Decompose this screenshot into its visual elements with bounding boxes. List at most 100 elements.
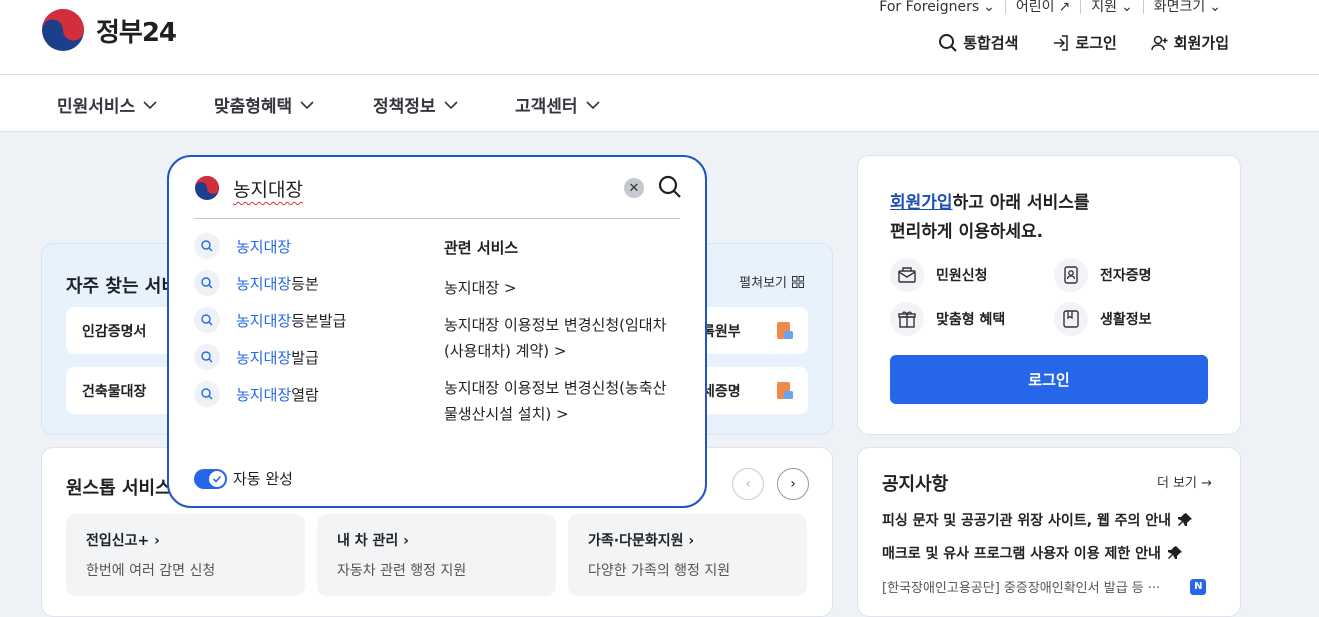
suggestion-item[interactable]: 농지대장열람 <box>194 381 319 407</box>
pin-icon <box>1167 546 1182 559</box>
favorite-item-label: 록원부 <box>702 323 741 340</box>
chevron-right-icon: › <box>403 533 409 549</box>
util-support[interactable]: 지원 ⌄ <box>1081 0 1144 14</box>
onestop-card-desc: 자동차 관련 행정 지원 <box>337 563 467 579</box>
related-service-item[interactable]: 농지대장 이용정보 변경신청(농축산 물생산시설 설치) > <box>444 375 689 427</box>
header-signup-button[interactable]: 회원가입 <box>1151 32 1229 53</box>
suggestion-highlight: 농지대장 <box>236 348 292 367</box>
taegeuk-logo-icon <box>195 176 219 200</box>
service-e-certificate[interactable]: 전자증명 <box>1054 258 1152 292</box>
notice-item-text: [한국장애인고용공단] 중증장애인확인서 발급 등 ··· <box>882 581 1161 596</box>
login-icon <box>1054 34 1069 51</box>
notice-item[interactable]: 매크로 및 유사 프로그램 사용자 이용 제한 안내 <box>882 543 1183 563</box>
utility-bar: For Foreigners ⌄ 어린이 ↗ 지원 ⌄ 화면크기 ⌄ <box>869 0 1231 14</box>
taegeuk-logo-icon <box>42 9 84 51</box>
related-service-item[interactable]: 농지대장 이용정보 변경신청(임대차 (사용대차) 계약) > <box>444 312 689 364</box>
notice-item[interactable]: 피싱 문자 및 공공기관 위장 사이트, 웹 주의 안내 <box>882 510 1193 530</box>
nav-civil-service[interactable]: 민원서비스 <box>57 92 157 117</box>
search-submit-icon[interactable] <box>658 175 682 199</box>
onestop-card-desc: 한번에 여러 감면 신청 <box>86 563 216 579</box>
util-foreigners[interactable]: For Foreigners ⌄ <box>869 0 1006 14</box>
pdf-document-icon <box>777 382 793 399</box>
header-login-button[interactable]: 로그인 <box>1052 32 1117 53</box>
main-login-button[interactable]: 로그인 <box>890 355 1208 404</box>
service-label: 생활정보 <box>1100 312 1152 328</box>
search-icon <box>194 270 220 296</box>
close-icon: ✕ <box>628 180 640 196</box>
chevron-down-icon <box>585 100 600 109</box>
member-message-line2: 편리하게 이용하세요. <box>890 222 1044 242</box>
autocomplete-label: 자동 완성 <box>233 470 293 488</box>
chevron-right-icon: › <box>790 476 796 492</box>
chevron-left-icon: ‹ <box>745 476 751 492</box>
user-add-icon <box>1151 35 1168 50</box>
onestop-card-move-in[interactable]: 전입신고+ › 한번에 여러 감면 신청 <box>66 514 305 596</box>
search-icon <box>939 33 957 52</box>
new-badge: N <box>1190 578 1207 595</box>
favorites-expand-button[interactable]: 펼쳐보기 <box>739 272 804 291</box>
related-services-title: 관련 서비스 <box>444 239 519 257</box>
check-icon <box>209 470 225 487</box>
search-input[interactable]: 농지대장 <box>233 175 303 202</box>
suggestion-item[interactable]: 농지대장 <box>194 233 291 259</box>
carousel-next-button[interactable]: › <box>777 468 809 500</box>
notice-title: 공지사항 <box>882 474 949 495</box>
util-screen-size[interactable]: 화면크기 ⌄ <box>1144 0 1231 14</box>
nav-policy-info-label: 정책정보 <box>373 97 436 117</box>
suggestion-highlight: 농지대장 <box>236 385 292 404</box>
service-custom-benefit[interactable]: 맞춤형 혜택 <box>890 302 1005 336</box>
related-service-line: 물생산시설 설치) > <box>444 405 569 423</box>
service-civil-application[interactable]: 민원신청 <box>890 258 988 292</box>
signup-link[interactable]: 회원가입 <box>890 193 953 213</box>
main-navigation: 민원서비스 맞춤형혜택 정책정보 고객센터 <box>0 75 1319 132</box>
search-icon <box>194 307 220 333</box>
notice-item-text: 매크로 및 유사 프로그램 사용자 이용 제한 안내 <box>882 546 1161 562</box>
nav-policy-info[interactable]: 정책정보 <box>373 92 458 117</box>
chevron-right-icon: › <box>154 533 160 549</box>
favorite-item-label: 세증명 <box>702 383 741 400</box>
chevron-down-icon: ⌄ <box>1121 0 1133 15</box>
service-life-info[interactable]: 생활정보 <box>1054 302 1152 336</box>
site-logo[interactable]: 정부24 <box>40 8 177 52</box>
grid-icon <box>792 275 804 288</box>
suggestion-rest: 등본발급 <box>291 311 347 330</box>
related-service-line: (사용대차) 계약) > <box>444 342 567 360</box>
related-service-item[interactable]: 농지대장 > <box>444 275 689 301</box>
logo-text: 정부24 <box>96 17 177 48</box>
suggestion-item[interactable]: 농지대장발급 <box>194 344 319 370</box>
chevron-down-icon <box>443 100 458 109</box>
integrated-search-label: 통합검색 <box>963 34 1019 52</box>
suggestion-item[interactable]: 농지대장등본 <box>194 270 319 296</box>
clear-search-button[interactable]: ✕ <box>624 178 644 198</box>
util-support-label: 지원 <box>1091 0 1117 15</box>
onestop-card-family[interactable]: 가족·다문화지원 › 다양한 가족의 행정 지원 <box>568 514 807 596</box>
notice-item-text: 피싱 문자 및 공공기관 위장 사이트, 웹 주의 안내 <box>882 513 1172 529</box>
search-autocomplete-popup: 농지대장 ✕ 농지대장 농지대장등본 농지대장등본발급 농지대장발급 농지대장열… <box>167 155 707 508</box>
suggestion-rest: 등본 <box>291 274 319 293</box>
toggle-switch[interactable] <box>194 468 227 489</box>
service-label: 민원신청 <box>936 268 988 284</box>
nav-custom-benefit[interactable]: 맞춤형혜택 <box>214 92 314 117</box>
onestop-card-title: 내 차 관리 <box>337 533 399 549</box>
autocomplete-toggle[interactable]: 자동 완성 <box>194 468 293 489</box>
suggestion-item[interactable]: 농지대장등본발급 <box>194 307 346 333</box>
member-panel: 회원가입하고 아래 서비스를 편리하게 이용하세요. 민원신청 전자증명 맞춤형… <box>857 155 1241 435</box>
notice-more-link[interactable]: 더 보기 → <box>1157 472 1212 491</box>
onestop-card-title: 전입신고+ <box>86 533 150 549</box>
search-icon <box>194 344 220 370</box>
favorite-item-label: 인감증명서 <box>82 323 147 340</box>
integrated-search-button[interactable]: 통합검색 <box>938 32 1018 53</box>
onestop-card-title: 가족·다문화지원 <box>588 533 684 549</box>
onestop-card-my-car[interactable]: 내 차 관리 › 자동차 관련 행정 지원 <box>317 514 556 596</box>
carousel-prev-button[interactable]: ‹ <box>732 468 764 500</box>
nav-customer-center[interactable]: 고객센터 <box>515 92 600 117</box>
bookmark-icon <box>1054 302 1088 336</box>
chevron-down-icon <box>143 100 157 109</box>
header-login-label: 로그인 <box>1075 34 1117 52</box>
search-icon <box>194 233 220 259</box>
notice-item[interactable]: [한국장애인고용공단] 중증장애인확인서 발급 등 ··· N <box>882 577 1207 596</box>
util-kids[interactable]: 어린이 ↗ <box>1006 0 1082 14</box>
favorite-item-label: 건축물대장 <box>82 383 147 400</box>
onestop-card-desc: 다양한 가족의 행정 지원 <box>588 563 731 579</box>
favorites-expand-label: 펼쳐보기 <box>739 276 787 291</box>
